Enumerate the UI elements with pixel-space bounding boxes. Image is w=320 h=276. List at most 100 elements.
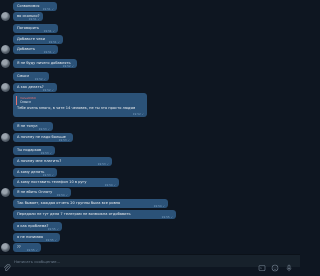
message-row: А почему не надо больше 19:53✓ xyxy=(0,133,80,142)
message-bubble[interactable]: Поговорить 19:51✓ xyxy=(13,24,58,33)
message-time: 19:55✓ xyxy=(45,237,57,242)
read-check-icon: ✓ xyxy=(162,203,165,208)
message-bubble[interactable]: А как делать? 19:52✓ xyxy=(13,83,57,92)
message-bubble[interactable]: А почему мне платить? 19:53✓ xyxy=(13,157,112,166)
message-text: Добавьте чеки xyxy=(17,37,45,41)
read-check-icon: ✓ xyxy=(51,6,54,11)
message-row: Так бывает, каждая отчеть 20 группы была… xyxy=(0,199,170,208)
message-bubble[interactable]: Я не вбить Оплату 19:54✓ xyxy=(13,188,71,197)
message-composer xyxy=(0,254,300,272)
read-check-icon: ✓ xyxy=(106,161,109,166)
message-bubble[interactable]: я не понимаю 19:55✓ xyxy=(13,233,60,242)
message-bubble[interactable]: Так бывает, каждая отчеть 20 группы была… xyxy=(13,199,168,208)
bot-commands-icon[interactable] xyxy=(258,257,266,271)
read-check-icon: ✓ xyxy=(37,16,40,21)
avatar[interactable] xyxy=(1,133,10,142)
microphone-icon[interactable] xyxy=(285,257,293,272)
quoted-message[interactable]: Valve6969 Смысл xyxy=(16,95,69,105)
message-time: 19:52✓ xyxy=(34,76,46,81)
message-row: Добавьте чеки 19:51✓ xyxy=(0,35,63,44)
read-check-icon: ✓ xyxy=(65,192,68,197)
quote-author: Valve6969 xyxy=(20,95,36,100)
message-row: Ты подарков 19:53✓ xyxy=(0,146,60,155)
message-row: Передали не тут дела 7 телеграм не возмо… xyxy=(0,210,180,219)
message-bubble[interactable]: А кому делать 19:53✓ xyxy=(13,168,57,177)
message-text: Я не тянул xyxy=(17,124,38,128)
avatar[interactable] xyxy=(1,59,10,68)
message-row: я не понимаю 19:55✓ xyxy=(0,233,70,242)
message-time: 19:53✓ xyxy=(40,150,52,155)
read-check-icon: ✓ xyxy=(140,112,144,116)
message-bubble[interactable]: А почему не надо больше 19:53✓ xyxy=(13,133,73,142)
avatar[interactable] xyxy=(1,83,10,92)
message-time: 19:51✓ xyxy=(43,28,55,33)
message-bubble[interactable]: во сколько? 19:51✓ xyxy=(13,12,43,21)
message-row: а как проблема? 19:55✓ xyxy=(0,222,70,231)
message-text: Добавить xyxy=(17,47,36,51)
avatar[interactable] xyxy=(1,45,10,54)
read-check-icon: ✓ xyxy=(35,247,38,252)
message-text: Тебе очень много, в чате 14 человек, не … xyxy=(17,106,136,110)
emoji-icon[interactable] xyxy=(271,257,279,272)
message-bubble[interactable]: а как проблема? 19:55✓ xyxy=(13,222,62,231)
message-text: я не понимаю xyxy=(17,235,44,239)
avatar[interactable] xyxy=(1,243,10,252)
read-check-icon: ✓ xyxy=(170,214,173,219)
message-text: А как делать? xyxy=(17,85,44,89)
message-bubble[interactable]: А кому поставить телефон 10 в ругу 19:54… xyxy=(13,178,119,187)
read-check-icon: ✓ xyxy=(56,226,59,231)
message-bubble[interactable]: Созвонимся 19:51✓ xyxy=(13,2,57,11)
message-row: А как делать? 19:52✓ xyxy=(0,83,60,92)
read-check-icon: ✓ xyxy=(71,63,74,68)
message-text: Так бывает, каждая отчеть 20 группы была… xyxy=(17,201,121,205)
message-row: во сколько? 19:51✓ xyxy=(0,12,60,21)
message-row: Я не вбить Оплату 19:54✓ xyxy=(0,188,80,197)
message-bubble[interactable]: Смысл 19:52✓ xyxy=(13,72,49,81)
message-bubble[interactable]: Добавьте чеки 19:51✓ xyxy=(13,35,63,44)
message-text: ?? xyxy=(17,245,21,249)
message-time: 19:54✓ xyxy=(56,192,68,197)
read-check-icon: ✓ xyxy=(51,87,54,92)
message-text: А кому поставить телефон 10 в ругу xyxy=(17,180,87,184)
message-row: А почему мне платить? 19:53✓ xyxy=(0,157,120,166)
chat-area: Созвонимся 19:51✓ во сколько? 19:51✓ Пог… xyxy=(0,0,300,254)
message-row: Я не тянул 19:53✓ xyxy=(0,122,60,131)
message-row: ?? 19:55✓ xyxy=(0,243,60,252)
read-check-icon: ✓ xyxy=(43,76,46,81)
paperclip-icon[interactable] xyxy=(3,257,11,271)
message-row: Добавить 19:51✓ xyxy=(0,45,60,54)
message-time: 19:55✓ xyxy=(161,214,173,219)
message-text: а как проблема? xyxy=(17,224,49,228)
read-check-icon: ✓ xyxy=(57,39,60,44)
message-time: 19:52✓ xyxy=(42,87,54,92)
message-bubble[interactable]: ?? 19:55✓ xyxy=(13,243,41,252)
message-bubble[interactable]: Я не тянул 19:53✓ xyxy=(13,122,53,131)
message-time: 19:54✓ xyxy=(104,182,116,187)
message-text: А кому делать xyxy=(17,170,45,174)
message-text: Ты подарков xyxy=(17,148,42,152)
message-row: Созвонимся 19:51✓ xyxy=(0,2,60,11)
message-bubble[interactable]: Передали не тут дела 7 телеграм не возмо… xyxy=(13,210,176,219)
message-time: 19:55✓ xyxy=(47,226,59,231)
read-check-icon: ✓ xyxy=(113,182,116,187)
avatar[interactable] xyxy=(1,188,10,197)
message-time: 19:52✓ xyxy=(62,63,74,68)
read-check-icon: ✓ xyxy=(51,172,54,177)
message-input[interactable] xyxy=(14,257,244,265)
message-text: Смысл xyxy=(17,74,30,78)
quote-text: Смысл xyxy=(20,100,31,104)
message-text: Я не вбить Оплату xyxy=(17,190,53,194)
message-time: 19:51✓ xyxy=(28,16,40,21)
read-check-icon: ✓ xyxy=(54,237,57,242)
message-bubble[interactable]: Ты подарков 19:53✓ xyxy=(13,146,55,155)
message-time: 19:51✓ xyxy=(43,49,55,54)
message-row: Поговорить 19:51✓ xyxy=(0,24,60,33)
avatar[interactable] xyxy=(1,12,10,21)
message-time: 19:53✓ xyxy=(58,137,70,142)
message-row: Я не буду ничего добавлять 19:52✓ xyxy=(0,59,80,68)
message-bubble[interactable]: Я не буду ничего добавлять 19:52✓ xyxy=(13,59,77,68)
reply-message-bubble[interactable]: Valve6969 Смысл Тебе очень много, в чате… xyxy=(13,93,147,117)
message-time: 19:53✓ xyxy=(42,172,54,177)
message-bubble[interactable]: Добавить 19:51✓ xyxy=(13,45,58,54)
message-row: А кому делать 19:53✓ xyxy=(0,168,60,177)
